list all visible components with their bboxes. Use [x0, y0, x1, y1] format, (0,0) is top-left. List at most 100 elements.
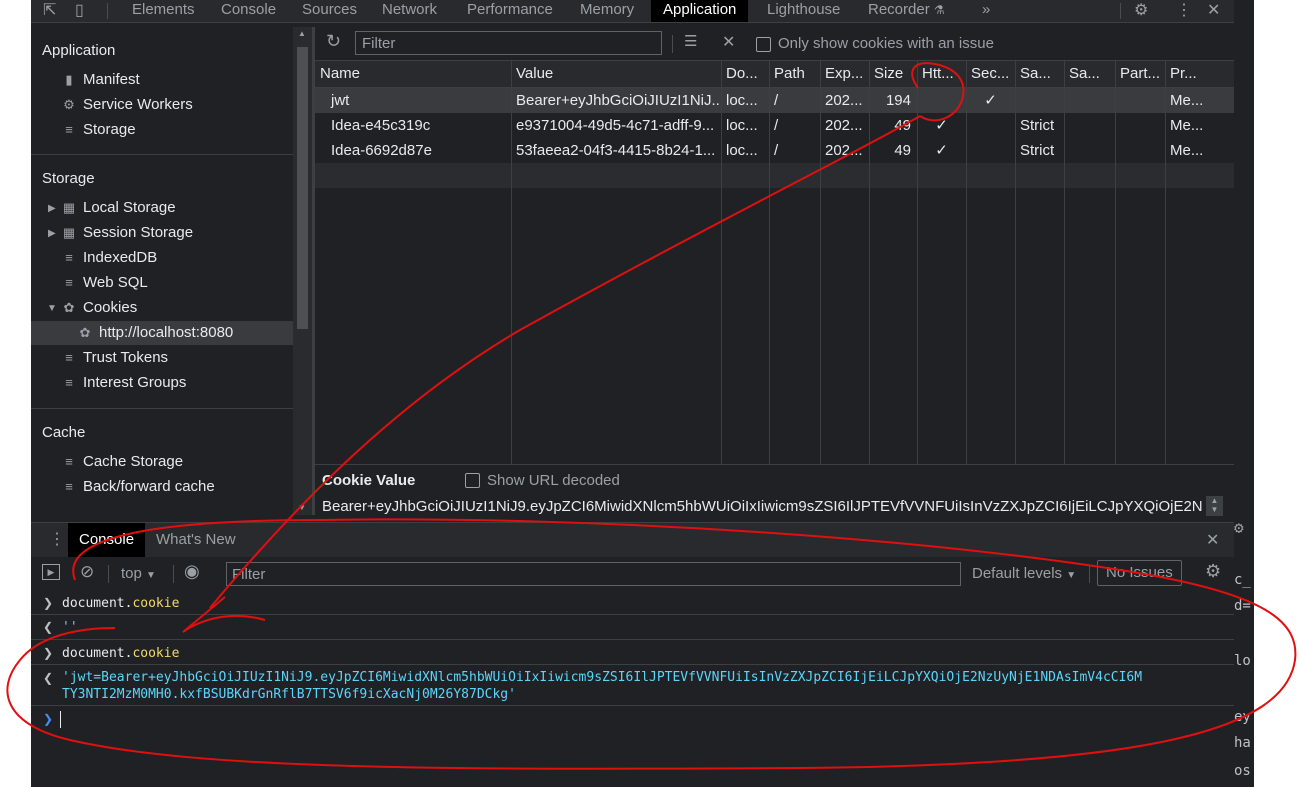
column-header[interactable]: Htt...	[917, 61, 966, 87]
column-header[interactable]: Value	[511, 61, 721, 87]
cookies-filter-input[interactable]: Filter	[355, 31, 662, 55]
drawer-tab-whats-new[interactable]: What's New	[156, 523, 236, 557]
column-header[interactable]: Sa...	[1064, 61, 1115, 87]
console-settings-gear-icon[interactable]: ⚙	[1205, 561, 1221, 582]
clear-console-icon[interactable]: ⊘	[80, 562, 94, 582]
console-text-cursor[interactable]	[60, 711, 61, 728]
sidebar-scrollbar[interactable]: ▲ ▼	[293, 27, 312, 515]
database-icon: ≡	[65, 275, 73, 290]
table-cell: jwt	[331, 92, 350, 109]
column-header[interactable]: Size	[869, 61, 917, 87]
issues-counter-button[interactable]: No Issues	[1097, 560, 1182, 586]
drawer-tab-console[interactable]: Console	[68, 523, 146, 557]
column-header[interactable]: Sa...	[1015, 61, 1064, 87]
cookie-value-label: Cookie Value	[322, 472, 416, 489]
close-devtools-icon[interactable]: ✕	[1207, 2, 1220, 20]
console-output[interactable]: ❯ document.cookie ❮ '' ❯ document.cookie…	[31, 590, 1234, 787]
scrollbar-thumb[interactable]	[297, 47, 308, 329]
sidebar-item-back-forward-cache[interactable]: ≡ Back/forward cache	[60, 476, 215, 498]
sidebar-item-manifest[interactable]: ▮ Manifest	[60, 69, 139, 91]
sidebar-item-label: Service Workers	[83, 96, 193, 113]
sidebar-item-session-storage[interactable]: ▦ Session Storage	[60, 222, 193, 244]
table-cell	[917, 88, 966, 113]
tab-performance[interactable]: Performance	[467, 0, 553, 22]
right-strip-text: os	[1234, 763, 1251, 779]
input-prompt-icon: ❯	[43, 596, 54, 610]
refresh-icon[interactable]: ↻	[326, 31, 341, 52]
table-cell	[966, 113, 1015, 138]
drawer-tab-bar: ⋮ Console What's New ✕	[31, 522, 1234, 558]
live-expression-eye-icon[interactable]: ◉	[184, 561, 200, 582]
cookie-value-scrollbar[interactable]: ▲ ▼	[1206, 496, 1223, 516]
tab-lighthouse[interactable]: Lighthouse	[767, 0, 840, 22]
column-header[interactable]: Do...	[721, 61, 769, 87]
sidebar-item-label: Cache Storage	[83, 453, 184, 470]
table-row[interactable]: Idea-e45c319c e9371004-49d5-4c71-adff-9..…	[315, 113, 1234, 138]
device-toolbar-icon[interactable]: ▯	[75, 2, 84, 20]
drawer-menu-icon[interactable]: ⋮	[49, 529, 65, 549]
more-options-icon[interactable]: ⋮	[1176, 2, 1192, 20]
sidebar-item-service-workers[interactable]: ⚙ Service Workers	[60, 94, 193, 116]
tab-network[interactable]: Network	[382, 0, 437, 22]
table-cell: loc...	[726, 142, 758, 159]
sidebar-item-cookies[interactable]: ✿ Cookies	[60, 297, 138, 319]
scroll-up-arrow-icon[interactable]: ▲	[298, 29, 306, 38]
tab-memory[interactable]: Memory	[580, 0, 634, 22]
expand-triangle-icon[interactable]: ▶	[48, 203, 56, 214]
column-header[interactable]: Path	[769, 61, 820, 87]
database-icon: ≡	[65, 350, 73, 365]
collapse-triangle-icon[interactable]: ▼	[47, 303, 57, 314]
sidebar-item-cookie-origin[interactable]: ✿ http://localhost:8080	[76, 322, 234, 344]
scroll-down-arrow-icon[interactable]: ▼	[298, 503, 306, 512]
database-icon: ≡	[65, 122, 73, 137]
sidebar-item-label: Trust Tokens	[83, 349, 169, 366]
table-cell: 49	[894, 142, 911, 159]
column-header[interactable]: Sec...	[966, 61, 1015, 87]
cookie-value-text[interactable]: Bearer+eyJhbGciOiJIUzI1NiJ9.eyJpZCI6Miwi…	[322, 498, 1202, 515]
tab-application[interactable]: Application	[651, 0, 749, 22]
cookies-table: Name Value Do... Path Exp... Size Htt... Sec...…	[315, 61, 1234, 464]
more-tabs-button[interactable]: »	[982, 0, 990, 22]
database-icon: ≡	[65, 375, 73, 390]
log-levels-dropdown[interactable]: Default levels ▼	[972, 565, 1076, 582]
sidebar-item-local-storage[interactable]: ▦ Local Storage	[60, 197, 176, 219]
right-strip-text: c_	[1234, 572, 1251, 588]
sidebar-item-trust-tokens[interactable]: ≡ Trust Tokens	[60, 347, 168, 369]
show-url-decoded-checkbox[interactable]	[465, 473, 480, 488]
tab-sources[interactable]: Sources	[302, 0, 357, 22]
sidebar-item-web-sql[interactable]: ≡ Web SQL	[60, 272, 148, 294]
sidebar-item-storage[interactable]: ≡ Storage	[60, 119, 135, 141]
table-cell: Me...	[1170, 92, 1204, 109]
settings-gear-icon[interactable]: ⚙	[1134, 2, 1148, 20]
sidebar-item-interest-groups[interactable]: ≡ Interest Groups	[60, 372, 186, 394]
delete-selected-icon[interactable]: ✕	[722, 32, 735, 52]
table-grid-icon: ▦	[62, 200, 76, 215]
console-toolbar: ▶ ⊘ top ▼ ◉ Filter Default levels ▼ No I…	[31, 557, 1234, 591]
tab-console[interactable]: Console	[221, 0, 276, 22]
column-header[interactable]: Exp...	[820, 61, 869, 87]
column-header[interactable]: Pr...	[1165, 61, 1234, 87]
table-row[interactable]: jwt Bearer+eyJhbGciOiJIUzI1NiJ... loc... / 2…	[315, 88, 1234, 113]
context-selector[interactable]: top ▼	[121, 565, 156, 582]
column-header[interactable]: Part...	[1115, 61, 1165, 87]
tab-elements[interactable]: Elements	[132, 0, 195, 22]
cookies-toolbar: ↻ Filter ☰ ✕ Only show cookies with an i…	[315, 27, 1234, 61]
close-drawer-icon[interactable]: ✕	[1206, 530, 1219, 550]
console-filter-input[interactable]: Filter	[226, 562, 961, 586]
flask-icon: ⚗	[933, 3, 945, 17]
column-header[interactable]: Name	[315, 61, 511, 87]
inspect-element-icon[interactable]: ⇱	[43, 2, 56, 20]
sidebar-item-indexeddb[interactable]: ≡ IndexedDB	[60, 247, 157, 269]
table-cell: Idea-6692d87e	[331, 142, 432, 159]
console-command-property: cookie	[132, 646, 180, 661]
clear-filtered-cookies-icon[interactable]: ☰	[684, 32, 697, 50]
console-result-value-line1: 'jwt=Bearer+eyJhbGciOiJIUzI1NiJ9.eyJpZCI…	[62, 670, 1143, 685]
sidebar-item-cache-storage[interactable]: ≡ Cache Storage	[60, 451, 183, 473]
table-row[interactable]: Idea-6692d87e 53faeea2-04f3-4415-8b24-1..…	[315, 138, 1234, 163]
table-cell: Strict	[1020, 142, 1055, 159]
show-sidebar-icon[interactable]: ▶	[42, 564, 60, 580]
expand-triangle-icon[interactable]: ▶	[48, 228, 56, 239]
tab-recorder[interactable]: Recorder ⚗	[868, 0, 945, 22]
devtools-window: ⇱ ▯ Elements Console Sources Network Per…	[31, 0, 1234, 787]
only-issues-checkbox[interactable]	[756, 37, 771, 52]
